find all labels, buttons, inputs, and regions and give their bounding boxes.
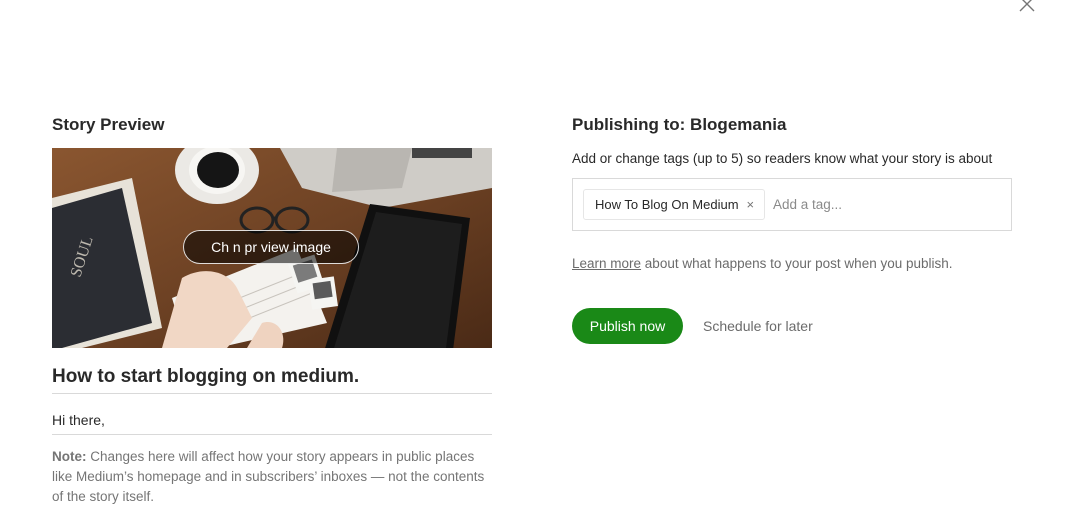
tag-input-box[interactable]: How To Blog On Medium × [572, 178, 1012, 231]
tag-chip: How To Blog On Medium × [583, 189, 766, 220]
tag-label: How To Blog On Medium [595, 197, 739, 212]
schedule-for-later-button[interactable]: Schedule for later [703, 318, 813, 334]
publish-now-button[interactable]: Publish now [572, 308, 683, 344]
learn-more-line: Learn more about what happens to your po… [572, 256, 953, 271]
tag-remove-button[interactable]: × [747, 197, 755, 212]
preview-note: Note: Changes here will affect how your … [52, 447, 497, 507]
add-tag-input[interactable] [773, 193, 993, 215]
close-icon [1019, 0, 1035, 12]
learn-more-link[interactable]: Learn more [572, 256, 641, 271]
learn-more-text: about what happens to your post when you… [641, 256, 953, 271]
close-button[interactable] [1017, 0, 1037, 14]
publication-name: Blogemania [690, 115, 787, 134]
preview-image[interactable]: SOUL Ch n pr view image [52, 148, 492, 348]
story-title-field[interactable]: How to start blogging on medium. [52, 366, 492, 394]
story-preview-panel: Story Preview SOUL Ch n pr view image Ho… [52, 114, 492, 504]
change-preview-image-button[interactable]: Ch n pr view image [183, 230, 359, 264]
story-subtitle-field[interactable]: Hi there, [52, 411, 492, 435]
publishing-panel: Publishing to: Blogemania Add or change … [572, 114, 1012, 344]
publishing-heading-prefix: Publishing to: [572, 115, 691, 134]
note-text: Changes here will affect how your story … [52, 449, 485, 504]
tags-hint: Add or change tags (up to 5) so readers … [572, 151, 993, 166]
note-label: Note: [52, 449, 87, 464]
publishing-heading: Publishing to: Blogemania [572, 114, 1012, 136]
section-title: Story Preview [52, 115, 165, 134]
